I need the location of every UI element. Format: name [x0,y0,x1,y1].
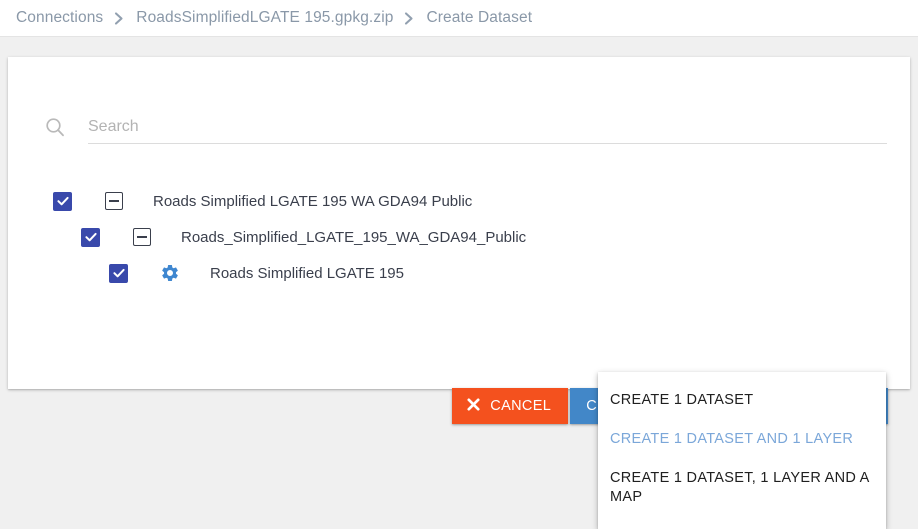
breadcrumb-item-create-dataset: Create Dataset [426,9,533,26]
tree-item-label: Roads Simplified LGATE 195 [210,264,404,282]
search-row [42,114,887,144]
breadcrumb-item-package[interactable]: RoadsSimplifiedLGATE 195.gpkg.zip [136,9,393,27]
menu-item-create-dataset-and-layer[interactable]: CREATE 1 DATASET AND 1 LAYER [598,420,886,459]
search-icon [42,114,68,140]
breadcrumb-item-connections[interactable]: Connections [16,9,103,27]
dataset-tree: Roads Simplified LGATE 195 WA GDA94 Publ… [8,183,910,291]
cancel-button-label: CANCEL [490,398,552,414]
tree-row[interactable]: Roads Simplified LGATE 195 WA GDA94 Publ… [8,183,910,219]
tree-item-label: Roads Simplified LGATE 195 WA GDA94 Publ… [153,192,473,210]
collapse-toggle-icon[interactable] [105,192,123,210]
breadcrumb-separator-icon-2 [404,11,415,25]
cancel-button[interactable]: CANCEL [452,388,569,424]
tree-row[interactable]: Roads_Simplified_LGATE_195_WA_GDA94_Publ… [8,219,910,255]
collapse-toggle-icon[interactable] [133,228,151,246]
checkbox-checked-icon[interactable] [81,227,100,247]
checkbox-checked-icon[interactable] [109,263,128,283]
breadcrumb-separator-icon [114,11,125,25]
minus-glyph [109,199,119,203]
menu-item-create-dataset[interactable]: CREATE 1 DATASET [598,381,886,420]
menu-item-create-dataset-layer-and-map[interactable]: CREATE 1 DATASET, 1 LAYER AND A MAP [598,459,886,517]
tree-item-label: Roads_Simplified_LGATE_195_WA_GDA94_Publ… [181,228,527,246]
create-dataset-card: Roads Simplified LGATE 195 WA GDA94 Publ… [8,57,910,424]
tree-row[interactable]: Roads Simplified LGATE 195 [8,255,910,291]
search-input[interactable] [88,118,887,144]
minus-glyph [137,235,147,239]
close-x-icon [466,397,481,416]
checkbox-checked-icon[interactable] [53,191,72,211]
breadcrumb: Connections RoadsSimplifiedLGATE 195.gpk… [0,0,918,37]
create-options-menu: CREATE 1 DATASET CREATE 1 DATASET AND 1 … [598,372,886,529]
gear-icon[interactable] [160,263,180,283]
